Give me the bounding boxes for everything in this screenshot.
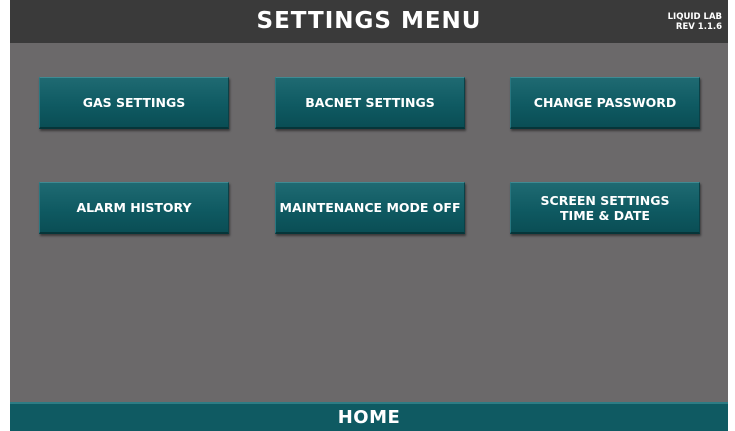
change-password-label: CHANGE PASSWORD — [533, 95, 677, 110]
bacnet-settings-button[interactable]: BACNET SETTINGS — [275, 77, 465, 129]
screen-settings-label: SCREEN SETTINGS TIME & DATE — [540, 192, 670, 223]
gas-settings-button[interactable]: GAS SETTINGS — [39, 77, 229, 129]
gas-settings-label: GAS SETTINGS — [82, 95, 186, 110]
device-info: LIQUID LAB REV 1.1.6 — [668, 12, 722, 32]
change-password-button[interactable]: CHANGE PASSWORD — [510, 77, 700, 129]
alarm-history-button[interactable]: ALARM HISTORY — [39, 182, 229, 234]
screen-settings-button[interactable]: SCREEN SETTINGS TIME & DATE — [510, 182, 700, 234]
page-title: SETTINGS MENU — [256, 8, 482, 34]
device-name: LIQUID LAB — [667, 12, 722, 22]
settings-screen: SETTINGS MENU LIQUID LAB REV 1.1.6 GAS S… — [10, 0, 728, 431]
maintenance-mode-label: MAINTENANCE MODE OFF — [279, 200, 461, 215]
maintenance-mode-button[interactable]: MAINTENANCE MODE OFF — [275, 182, 465, 234]
bacnet-settings-label: BACNET SETTINGS — [305, 95, 435, 110]
home-button[interactable]: HOME — [10, 402, 728, 431]
alarm-history-label: ALARM HISTORY — [76, 200, 192, 215]
header-bar: SETTINGS MENU LIQUID LAB REV 1.1.6 — [10, 0, 728, 43]
revision-label: REV 1.1.6 — [675, 22, 722, 32]
